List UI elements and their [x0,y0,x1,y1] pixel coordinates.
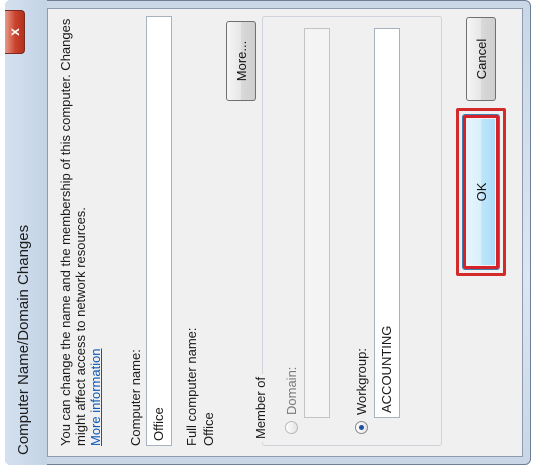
screenshot-frame: Computer Name/Domain Changes x You can c… [5,0,531,465]
domain-input[interactable] [304,28,330,418]
workgroup-input[interactable]: ACCOUNTING [374,28,400,418]
workgroup-radio-row[interactable]: Workgroup: [354,348,369,434]
dialog-body: You can change the name and the membersh… [47,8,523,457]
computer-name-label: Computer name: [128,349,143,446]
window-title: Computer Name/Domain Changes [15,224,32,455]
close-icon: x [6,28,22,36]
workgroup-radio-label: Workgroup: [354,348,369,415]
ok-button[interactable]: OK [462,114,500,270]
domain-radio[interactable] [285,421,298,434]
intro-text-block: You can change the name and the membersh… [58,16,103,446]
full-computer-name-label: Full computer name: [184,327,199,447]
more-information-link[interactable]: More information [88,348,103,446]
domain-radio-row[interactable]: Domain: [284,367,299,434]
full-computer-name-value: Office [201,412,216,446]
cancel-button[interactable]: Cancel [466,17,496,101]
member-of-label: Member of [253,373,268,442]
more-button[interactable]: More... [226,21,256,101]
intro-text: You can change the name and the membersh… [58,18,88,446]
computer-name-input[interactable]: Office [146,16,172,446]
computer-name-dialog: Computer Name/Domain Changes x You can c… [5,0,531,465]
domain-radio-label: Domain: [284,366,299,415]
close-button[interactable]: x [5,10,25,54]
workgroup-radio[interactable] [355,421,368,434]
title-bar[interactable]: Computer Name/Domain Changes x [5,0,47,465]
